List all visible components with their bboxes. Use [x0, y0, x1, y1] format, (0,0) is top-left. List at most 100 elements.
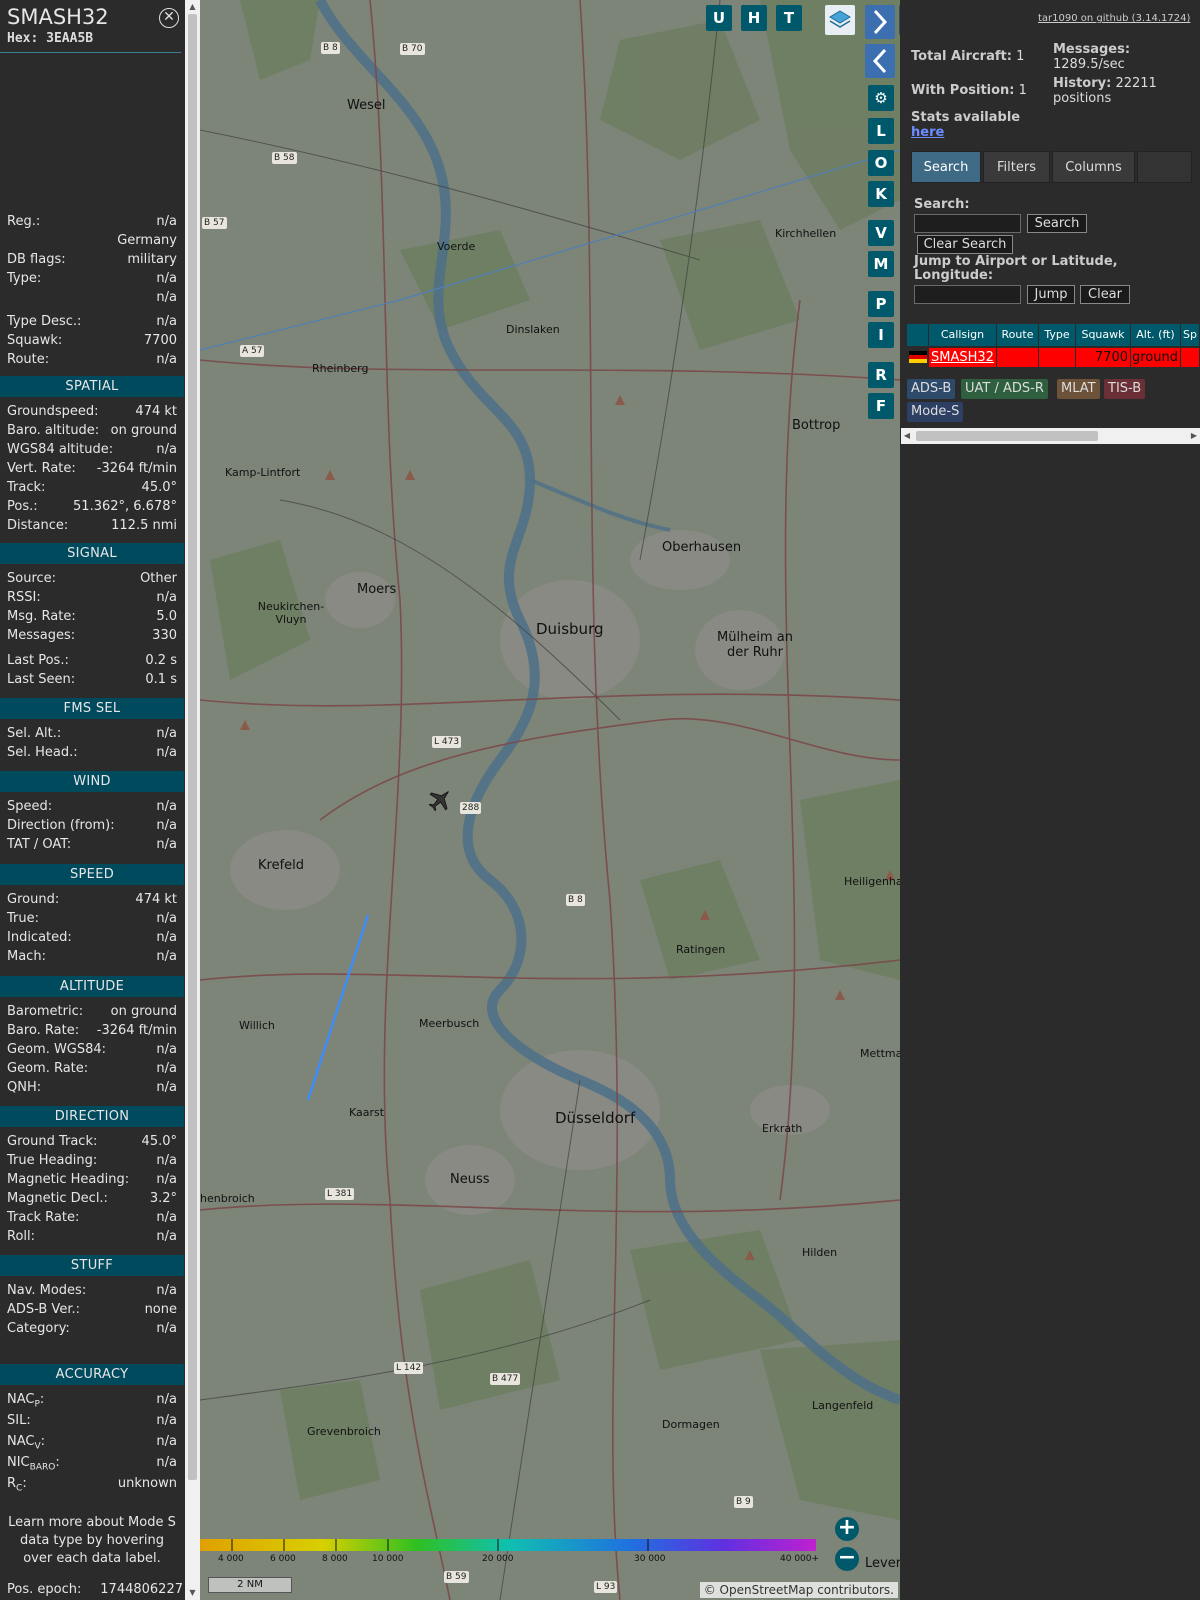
info-row-value: 45.0° — [141, 480, 177, 495]
info-row-label: Geom. Rate: — [7, 1061, 88, 1076]
info-panel-scrollbar[interactable]: ▲ ▼ — [185, 0, 200, 1600]
place-label: Düsseldorf — [555, 1109, 636, 1127]
info-row: True: n/a — [7, 911, 177, 929]
zoom-out-button[interactable]: − — [835, 1547, 859, 1571]
info-row-label: Type: — [7, 271, 41, 286]
jump-button[interactable]: Jump — [1027, 285, 1075, 304]
info-row: Baro. Rate: -3264 ft/min — [7, 1023, 177, 1041]
info-row-label-text: Type: — [7, 271, 42, 286]
collapse-left-icon[interactable] — [865, 44, 895, 78]
column-header-altitude[interactable]: Alt. (ft) — [1131, 324, 1181, 346]
info-row-value: n/a — [156, 911, 177, 926]
map-base-layer — [200, 0, 900, 1600]
road-label: B 9 — [734, 1496, 753, 1508]
info-row-value: 7700 — [143, 333, 177, 348]
tab-filters[interactable]: Filters — [983, 151, 1050, 183]
info-row-label-text: RSSI: — [7, 590, 41, 605]
info-row-label-text: Messages: — [7, 628, 76, 643]
section-header: ACCURACY — [0, 1364, 184, 1385]
callsign-cell[interactable]: SMASH32 — [929, 348, 997, 367]
legend-tisb: TIS-B — [1104, 379, 1146, 399]
settings-gear-icon[interactable]: ⚙ — [868, 85, 894, 111]
info-row-label: Baro. Rate: — [7, 1023, 79, 1038]
info-row: True Heading: n/a — [7, 1153, 177, 1171]
scroll-down-icon[interactable]: ▼ — [185, 1586, 200, 1600]
map-toggle-i-button[interactable]: I — [868, 322, 894, 348]
info-row-label: NACV: — [7, 1434, 46, 1452]
column-header-speed[interactable]: Sp — [1181, 324, 1200, 346]
section-header: SIGNAL — [0, 543, 184, 564]
column-header-callsign[interactable]: Callsign — [929, 324, 997, 346]
scroll-right-icon[interactable]: ▶ — [1188, 428, 1200, 444]
map-toggle-o-button[interactable]: O — [868, 150, 894, 176]
info-row-label-text: R — [7, 1476, 17, 1491]
column-header-squawk[interactable]: Squawk — [1076, 324, 1131, 346]
place-label: Grevenbroich — [307, 1425, 381, 1438]
section-header: FMS SEL — [0, 698, 184, 719]
scroll-thumb[interactable] — [916, 431, 1098, 441]
info-row-label: NACP: — [7, 1392, 45, 1410]
tab-search[interactable]: Search — [911, 151, 981, 183]
close-icon[interactable]: ✕ — [159, 8, 179, 28]
info-row-label: Speed: — [7, 799, 52, 814]
info-row-label: Geom. WGS84: — [7, 1042, 106, 1057]
info-row-label: Route: — [7, 352, 49, 367]
scroll-up-icon[interactable]: ▲ — [185, 0, 200, 14]
info-row-value: n/a — [156, 1392, 177, 1407]
search-input[interactable] — [914, 214, 1021, 233]
column-header-route[interactable]: Route — [997, 324, 1039, 346]
total-aircraft-label: Total Aircraft: — [911, 49, 1012, 64]
scroll-left-icon[interactable]: ◀ — [901, 428, 913, 444]
place-label: Duisburg — [536, 620, 604, 638]
info-row-label: Pos.: — [7, 499, 38, 514]
map-toggle-u-button[interactable]: U — [706, 5, 732, 31]
map-toggle-v-button[interactable]: V — [868, 220, 894, 246]
tab-blank[interactable] — [1137, 151, 1192, 183]
info-row: Ground: 474 kt — [7, 892, 177, 910]
info-row-label: NICBARO: — [7, 1455, 60, 1473]
layers-icon[interactable] — [825, 5, 855, 35]
clear-button[interactable]: Clear — [1080, 285, 1130, 304]
map-toggle-f-button[interactable]: F — [868, 393, 894, 419]
info-row-label-sub: BARO — [29, 1462, 56, 1473]
info-row-value: n/a — [156, 949, 177, 964]
scroll-thumb[interactable] — [188, 14, 197, 1480]
map-toggle-h-button[interactable]: H — [741, 5, 767, 31]
map-view[interactable]: Wesel Voerde Dinslaken Rheinberg Kamp-Li… — [200, 0, 900, 1600]
info-row-label-text: Geom. WGS84: — [7, 1042, 107, 1057]
column-header[interactable] — [907, 324, 929, 346]
colorbar-tick: 6 000 — [270, 1554, 296, 1564]
jump-input[interactable] — [914, 285, 1021, 304]
table-horizontal-scrollbar[interactable]: ◀ ▶ — [901, 428, 1200, 444]
info-row-value: military — [127, 252, 177, 267]
version-link[interactable]: tar1090 on github (3.14.1724) — [1038, 13, 1190, 24]
map-toggle-m-button[interactable]: M — [868, 251, 894, 277]
map-toggle-k-button[interactable]: K — [868, 181, 894, 207]
info-row-value: n/a — [156, 1283, 177, 1298]
stats-here-link[interactable]: here — [911, 125, 944, 140]
info-row: Type Desc.: n/a — [7, 314, 177, 332]
info-row-value: 45.0° — [141, 1134, 177, 1149]
tab-columns[interactable]: Columns — [1052, 151, 1135, 183]
place-label: Meerbusch — [419, 1017, 480, 1030]
search-button[interactable]: Search — [1027, 214, 1087, 233]
expand-right-icon[interactable] — [865, 5, 895, 39]
flag-cell — [907, 348, 929, 367]
place-label: Dormagen — [662, 1418, 720, 1431]
column-header-type[interactable]: Type — [1039, 324, 1076, 346]
zoom-in-button[interactable]: + — [835, 1517, 859, 1541]
info-row-value: n/a — [156, 590, 177, 605]
map-toggle-r-button[interactable]: R — [868, 362, 894, 388]
map-toggle-t-button[interactable]: T — [776, 5, 802, 31]
info-row: Geom. WGS84: n/a — [7, 1042, 177, 1060]
info-row-value: -3264 ft/min — [96, 461, 177, 476]
map-toggle-p-button[interactable]: P — [868, 291, 894, 317]
info-row-label: RC: — [7, 1476, 27, 1494]
clear-search-button[interactable]: Clear Search — [917, 235, 1013, 254]
info-row-label-text: DB flags: — [7, 252, 66, 267]
info-row-value: 330 — [152, 628, 177, 643]
info-row: RSSI: n/a — [7, 590, 177, 608]
map-attribution[interactable]: © OpenStreetMap contributors. — [699, 1582, 898, 1598]
map-toggle-l-button[interactable]: L — [868, 118, 894, 144]
info-row: Pos.: 51.362°, 6.678° — [7, 499, 177, 517]
